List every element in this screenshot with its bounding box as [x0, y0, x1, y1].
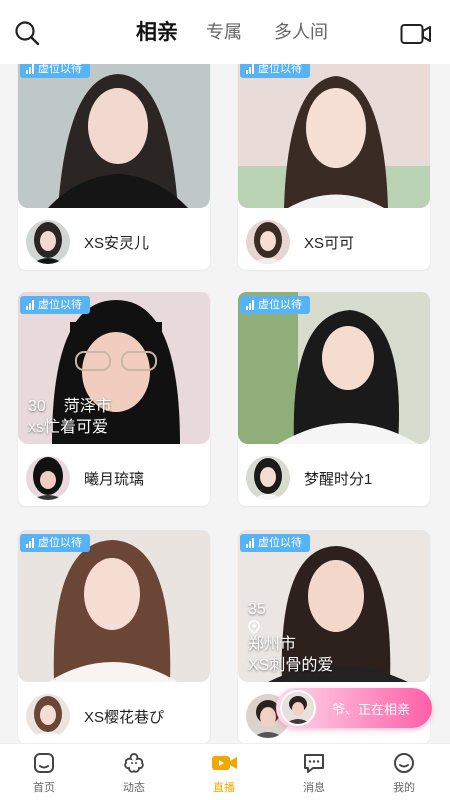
- home-icon: [34, 753, 54, 773]
- avatar[interactable]: [246, 456, 290, 500]
- flower-icon: [124, 753, 144, 773]
- host-age: 30: [28, 398, 46, 415]
- host-name: 曦月琉璃: [84, 470, 145, 488]
- room-grid: 虚位以待 XS安灵儿 虚位以待 XS可可 虚位以待 30 菏泽市 xs忙着可爱 …: [0, 56, 450, 746]
- signal-bars-icon: [246, 300, 254, 310]
- signal-bars-icon: [246, 64, 254, 74]
- room-card[interactable]: 虚位以待 梦醒时分1: [238, 292, 430, 506]
- room-host-info: XS可可: [246, 220, 422, 264]
- room-cover-photo[interactable]: 虚位以待: [238, 56, 430, 208]
- profile-icon: [394, 753, 414, 773]
- top-bar: 相亲 专属 多人间: [0, 0, 450, 64]
- status-badge: 虚位以待: [20, 296, 90, 314]
- nav-profile[interactable]: 我的: [374, 750, 434, 795]
- room-subtitle: XS刺骨的爱: [248, 657, 334, 674]
- room-subtitle: xs忙着可爱: [28, 419, 109, 436]
- signal-bars-icon: [26, 538, 34, 548]
- room-cover-photo[interactable]: 虚位以待: [18, 56, 210, 208]
- host-city: 郑州市: [248, 636, 297, 653]
- room-card[interactable]: 虚位以待 30 菏泽市 xs忙着可爱 曦月琉璃: [18, 292, 210, 506]
- avatar[interactable]: [26, 220, 70, 264]
- avatar[interactable]: [246, 220, 290, 264]
- host-name: 梦醒时分1: [304, 470, 373, 488]
- room-card[interactable]: 虚位以待 XS樱花巷ぴ: [18, 530, 210, 744]
- tab-exclusive[interactable]: 专属: [206, 18, 242, 44]
- tab-matchmaking[interactable]: 相亲: [136, 16, 178, 46]
- room-cover-photo[interactable]: 虚位以待: [238, 292, 430, 444]
- matchmaking-status-pill[interactable]: 爷、正在相亲: [276, 688, 432, 728]
- signal-bars-icon: [246, 538, 254, 548]
- signal-bars-icon: [26, 64, 34, 74]
- message-icon: [304, 754, 324, 773]
- host-name: XS樱花巷ぴ: [84, 708, 165, 726]
- host-name: XS安灵儿: [84, 234, 150, 252]
- tab-multi-room[interactable]: 多人间: [274, 18, 328, 44]
- nav-home[interactable]: 首页: [14, 750, 74, 795]
- nav-live[interactable]: 直播: [194, 750, 254, 795]
- nav-label: 我的: [393, 782, 415, 794]
- room-meta: 35 郑州市 XS刺骨的爱: [248, 599, 333, 676]
- nav-label: 首页: [33, 782, 55, 794]
- room-card[interactable]: 虚位以待 XS安灵儿: [18, 56, 210, 270]
- room-cover-photo[interactable]: 虚位以待 30 菏泽市 xs忙着可爱: [18, 292, 210, 444]
- avatar[interactable]: [26, 456, 70, 500]
- signal-bars-icon: [26, 300, 34, 310]
- live-video-icon: [212, 756, 237, 770]
- video-camera-icon[interactable]: [400, 22, 432, 46]
- avatar[interactable]: [26, 694, 70, 738]
- host-city: 菏泽市: [63, 398, 112, 415]
- nav-label: 消息: [303, 782, 325, 794]
- nav-label: 动态: [123, 782, 145, 794]
- room-meta: 30 菏泽市 xs忙着可爱: [28, 396, 130, 438]
- avatar: [280, 690, 316, 726]
- nav-messages[interactable]: 消息: [284, 750, 344, 795]
- room-host-info: XS樱花巷ぴ: [26, 694, 202, 738]
- status-badge: 虚位以待: [240, 534, 310, 552]
- room-host-info: XS安灵儿: [26, 220, 202, 264]
- location-pin-icon: [248, 620, 260, 634]
- host-age: 35: [248, 601, 266, 618]
- host-name: XS可可: [304, 234, 355, 252]
- room-host-info: 曦月琉璃: [26, 456, 202, 500]
- pill-text: 爷、正在相亲: [332, 701, 411, 717]
- nav-label: 直播: [213, 782, 235, 794]
- search-icon[interactable]: [14, 20, 40, 46]
- nav-moments[interactable]: 动态: [104, 750, 164, 795]
- status-badge: 虚位以待: [240, 296, 310, 314]
- room-card[interactable]: 虚位以待 XS可可: [238, 56, 430, 270]
- room-cover-photo[interactable]: 虚位以待 35 郑州市 XS刺骨的爱: [238, 530, 430, 682]
- room-cover-photo[interactable]: 虚位以待: [18, 530, 210, 682]
- status-badge: 虚位以待: [20, 534, 90, 552]
- room-host-info: 梦醒时分1: [246, 456, 422, 500]
- bottom-nav: 首页 动态 直播 消息 我的: [0, 743, 450, 800]
